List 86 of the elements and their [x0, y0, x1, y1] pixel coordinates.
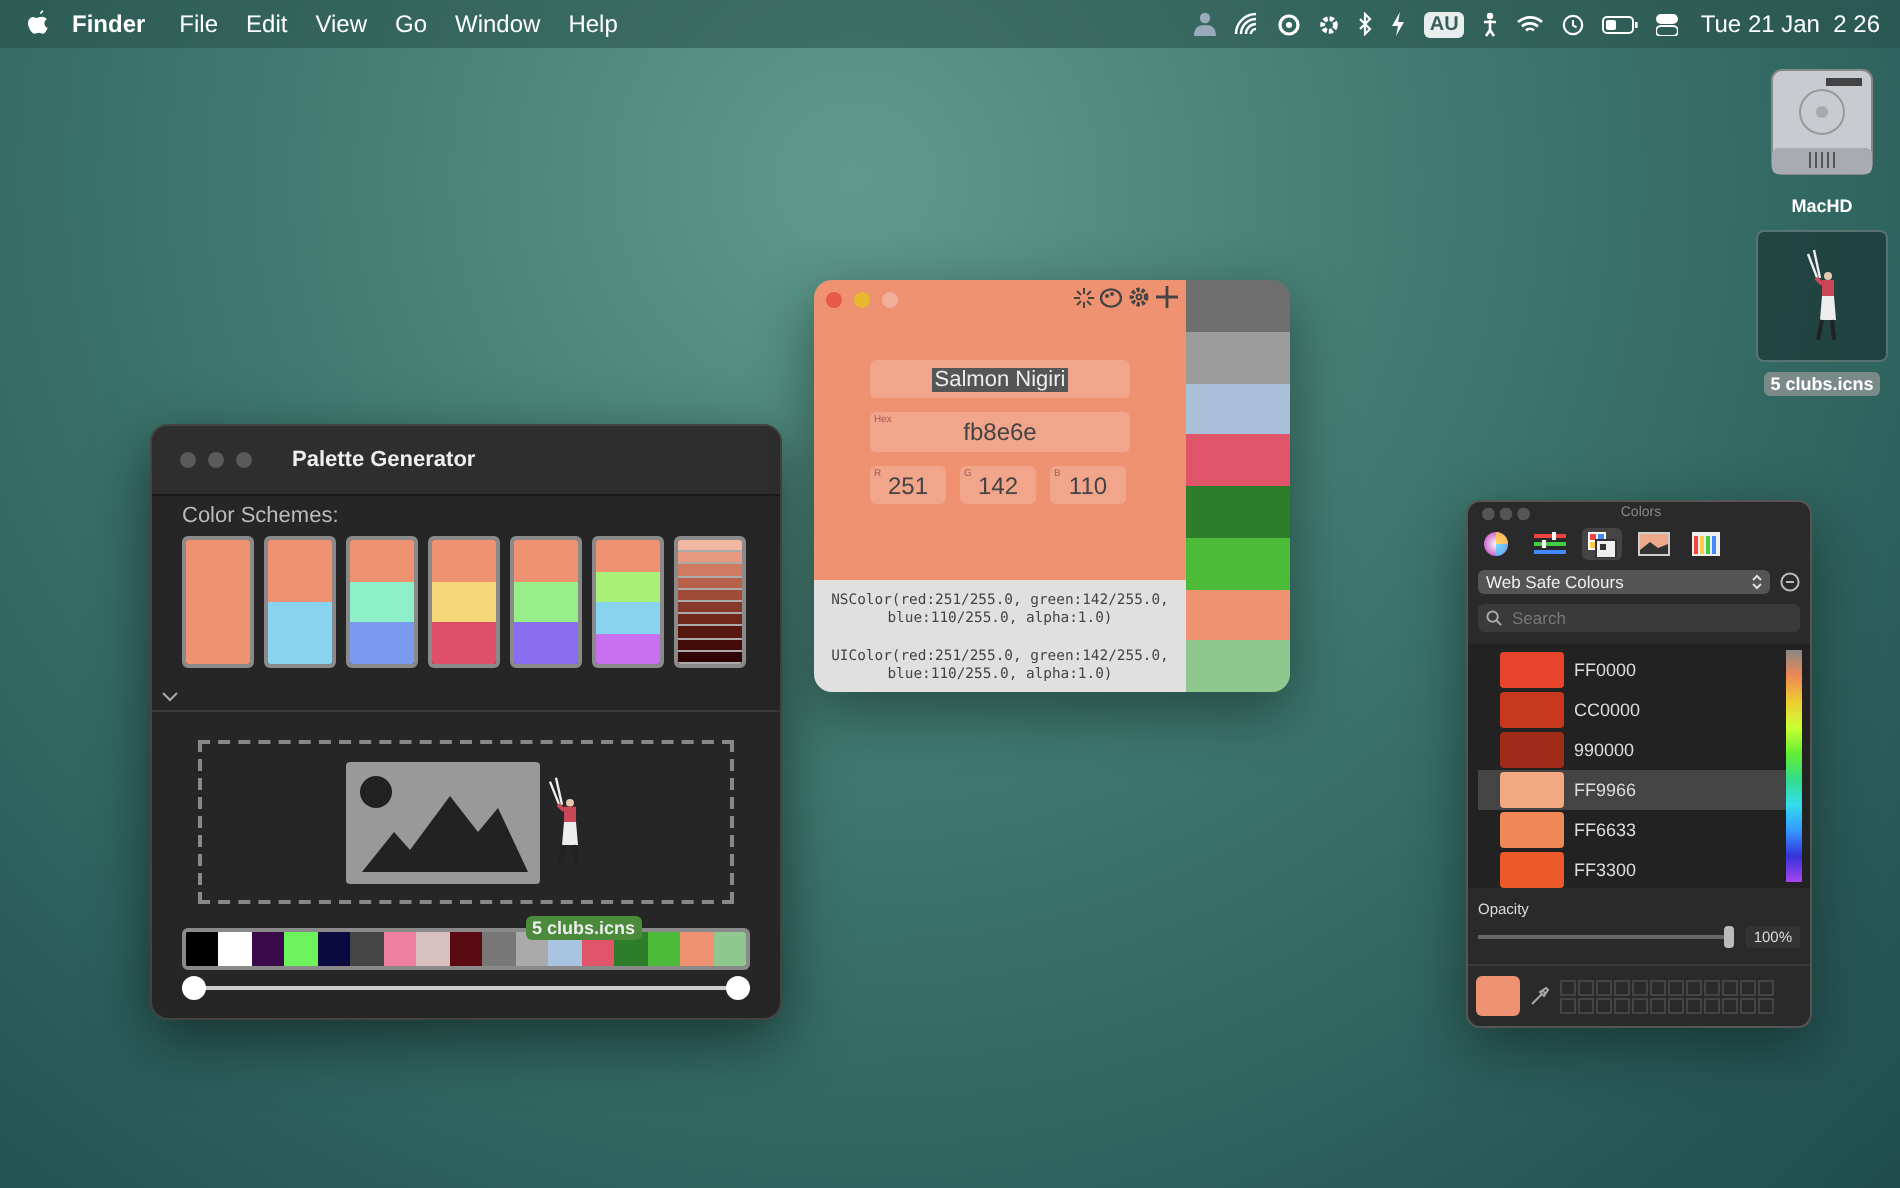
palette-popup-menu[interactable]: Web Safe Colours	[1478, 570, 1770, 594]
lightning-icon[interactable]	[1389, 12, 1406, 36]
menu-item[interactable]: Help	[554, 6, 632, 42]
color-scheme[interactable]	[346, 536, 418, 668]
color-swatch[interactable]	[1186, 589, 1290, 641]
color-list-item[interactable]: FF0000	[1478, 650, 1786, 690]
color-scheme[interactable]	[182, 536, 254, 668]
slider-thumb[interactable]	[182, 976, 206, 1000]
sparkle-icon[interactable]	[1074, 287, 1094, 307]
color-code: FF6633	[1574, 820, 1637, 840]
icon-label[interactable]: 5 clubs.icns	[1764, 372, 1880, 396]
slider-thumb[interactable]	[1723, 926, 1734, 948]
color-code: FF3300	[1574, 860, 1637, 880]
color-scheme[interactable]	[510, 536, 582, 668]
color-list-item[interactable]: FF3300	[1478, 850, 1786, 890]
control-center-icon[interactable]	[1656, 13, 1679, 35]
color-list-item[interactable]: 990000	[1478, 730, 1786, 770]
color-code: 990000	[1574, 740, 1635, 760]
section-label: Color Schemes:	[182, 504, 341, 528]
crayons-icon	[1690, 530, 1722, 558]
menu-item[interactable]: Window	[441, 6, 555, 42]
chevron-down-icon[interactable]	[162, 692, 178, 702]
menu-item[interactable]: View	[301, 6, 381, 42]
apple-logo-icon[interactable]	[24, 10, 48, 38]
panel-tab[interactable]	[1530, 528, 1570, 560]
wifi-icon[interactable]	[1516, 14, 1545, 34]
image-placeholder-icon	[345, 761, 539, 883]
range-slider-track[interactable]	[182, 976, 750, 1000]
panel-tab[interactable]	[1582, 528, 1622, 560]
color-code: FF9966	[1574, 780, 1637, 800]
current-color-well[interactable]	[1476, 976, 1520, 1016]
color-wheel-icon	[1482, 530, 1514, 558]
color-swatch[interactable]	[1186, 537, 1290, 589]
color-list-item[interactable]: FF6633	[1478, 810, 1786, 850]
window-title: Palette Generator	[292, 448, 476, 472]
palette-icon[interactable]	[1100, 287, 1122, 307]
color-swatch[interactable]	[1186, 434, 1290, 486]
battery-icon[interactable]	[1602, 15, 1639, 33]
color-scheme[interactable]	[428, 536, 500, 668]
color-name-field[interactable]: Salmon Nigiri	[870, 360, 1130, 398]
image-drop-zone[interactable]	[198, 740, 734, 904]
custom-color-slots[interactable]	[1560, 979, 1774, 1013]
input-source-indicator[interactable]: AU	[1423, 11, 1465, 37]
signal-arcs-icon[interactable]	[1233, 12, 1260, 36]
filename-tooltip: 5 clubs.icns	[526, 916, 642, 940]
panel-tab[interactable]	[1686, 528, 1726, 560]
slider-thumb[interactable]	[726, 976, 750, 1000]
stepper-arrows-icon	[1752, 574, 1762, 590]
color-scheme[interactable]	[674, 536, 746, 668]
sliders-icon	[1534, 530, 1566, 558]
icon-label[interactable]: MacHD	[1785, 194, 1859, 218]
color-swatch[interactable]	[1186, 331, 1290, 383]
color-swatch[interactable]	[1186, 640, 1290, 692]
channel-value: 251	[887, 471, 929, 499]
color-code: FF0000	[1574, 660, 1637, 680]
more-options-icon[interactable]	[1780, 572, 1800, 592]
color-code: CC0000	[1574, 700, 1641, 720]
color-swatch[interactable]	[1186, 383, 1290, 435]
menu-item[interactable]: File	[165, 6, 233, 42]
color-scheme[interactable]	[264, 536, 336, 668]
hex-value: fb8e6e	[963, 418, 1037, 446]
clock-icon[interactable]	[1562, 13, 1585, 35]
panel-tab[interactable]	[1634, 528, 1674, 560]
accessibility-figure-icon[interactable]	[1482, 11, 1499, 37]
color-scheme[interactable]	[592, 536, 664, 668]
app-menu[interactable]: Finder	[48, 6, 166, 42]
color-swatch[interactable]	[1186, 486, 1290, 538]
palette-swatches-icon	[1586, 530, 1618, 558]
menu-bar-clock[interactable]: Tue 21 Jan 2 26	[1700, 10, 1880, 38]
menu-item[interactable]: Go	[381, 6, 442, 42]
search-placeholder: Search	[1512, 608, 1566, 628]
color-list-item[interactable]: CC0000	[1478, 690, 1786, 730]
bluetooth-icon[interactable]	[1357, 12, 1372, 36]
menu-item[interactable]: Edit	[232, 6, 302, 42]
aperture-icon[interactable]	[1277, 13, 1300, 35]
landscape-image-icon	[1638, 530, 1670, 558]
person-icon[interactable]	[1193, 12, 1216, 36]
color-index-scrollbar[interactable]	[1786, 650, 1802, 882]
channel-value: 142	[977, 471, 1019, 499]
color-swatch[interactable]	[1186, 280, 1290, 332]
plus-icon[interactable]	[1156, 286, 1178, 308]
search-icon	[1486, 610, 1502, 626]
hard-drive-icon	[1770, 68, 1874, 176]
channel-value: 110	[1068, 471, 1108, 499]
eyedropper-icon[interactable]	[1530, 986, 1550, 1006]
color-list-item[interactable]: FF9966	[1478, 770, 1786, 810]
